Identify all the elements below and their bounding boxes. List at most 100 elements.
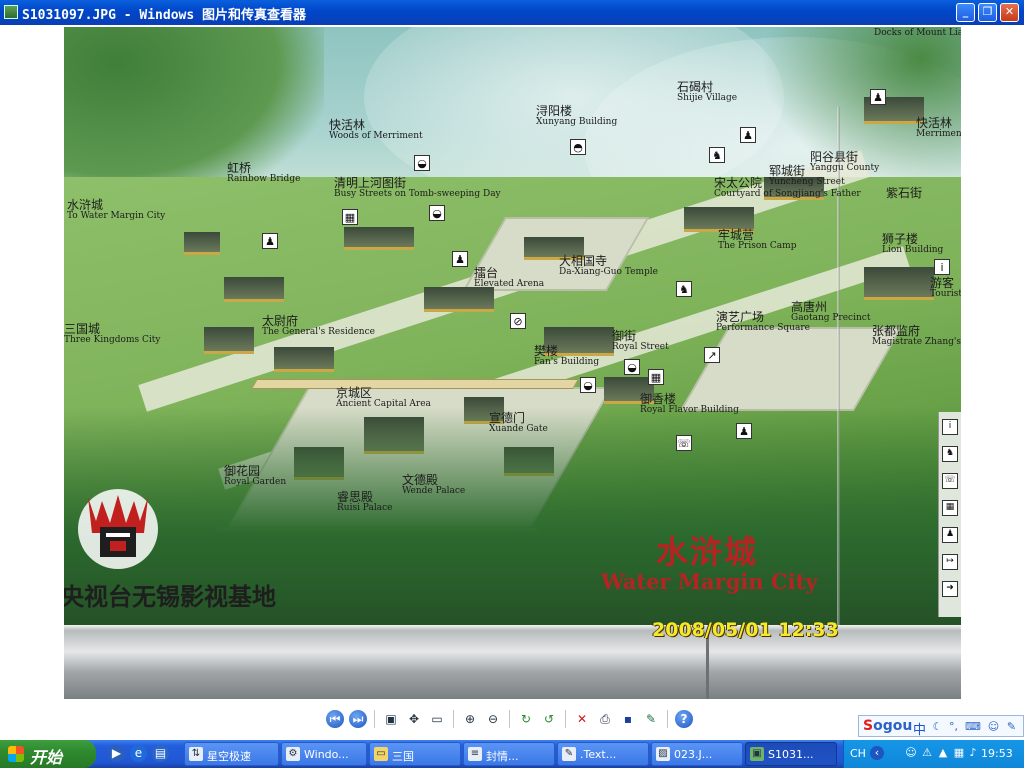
map-no-entry-icon: ⊘: [510, 313, 526, 329]
taskbar-item-text[interactable]: ✎ .Text...: [557, 742, 649, 766]
zoom-out-icon: ⊖: [487, 712, 499, 726]
folder-icon: ▭: [374, 747, 388, 761]
map-label-ruisi: 睿思殿 Ruisi Palace: [337, 490, 393, 513]
map-label-ziqiang: 紫石街: [886, 186, 923, 200]
map-label-xuande: 宣德门 Xuande Gate: [489, 411, 548, 434]
map-horse-icon: ♞: [676, 281, 692, 297]
sogou-ime-bar[interactable]: Sogou 中 ☾ °, ⌨ ☺ ✎: [858, 715, 1024, 738]
rotate-cw-icon: ↻: [520, 712, 532, 726]
base-name-text: 央视台无锡影视基地: [64, 582, 276, 611]
minimize-button[interactable]: _: [956, 3, 975, 22]
tools-icon[interactable]: ✎: [1005, 720, 1018, 733]
map-label-yuhua: 御花园 Royal Garden: [224, 464, 287, 487]
restore-button[interactable]: ❐: [978, 3, 997, 22]
map-exit-icon: ↗: [704, 347, 720, 363]
ime-mode-toggle[interactable]: 中: [913, 719, 926, 738]
tray-warning-icon[interactable]: ⚠: [920, 746, 934, 760]
map-legend: i ♞ ☏ ▦ ♟ ↦ ➜: [938, 412, 961, 617]
next-image-button[interactable]: ⏭: [349, 710, 367, 728]
city-name-en: Water Margin City: [601, 569, 818, 594]
map-food-icon: ◒: [624, 359, 640, 375]
taskbar-item-fengqing[interactable]: ≡ 封情...: [463, 742, 555, 766]
map-building: [224, 277, 284, 302]
map-label-laochengying: 牢城营 The Prison Camp: [718, 228, 797, 251]
zoom-in-button[interactable]: ⊕: [461, 710, 479, 728]
actual-size-icon: ✥: [408, 712, 420, 726]
map-label-jingcheng: 京城区 Ancient Capital Area: [336, 386, 431, 409]
legend-arrow-icon: ➜: [942, 581, 958, 597]
map-label-yujie: 御街 Royal Street: [612, 329, 669, 352]
punctuation-icon[interactable]: °,: [947, 720, 960, 733]
internet-explorer-icon[interactable]: e: [130, 745, 147, 762]
taskbar-item-xingkong[interactable]: ⇅ 星空极速: [184, 742, 279, 766]
save-button[interactable]: ▪: [619, 710, 637, 728]
map-restroom-icon: ♟: [870, 89, 886, 105]
map-food-icon: ◒: [580, 377, 596, 393]
map-label-yanggu: 阳谷县街 Yanggu County: [810, 150, 880, 173]
language-indicator[interactable]: CH: [850, 747, 866, 760]
map-gift-icon: ▦: [342, 209, 358, 225]
map-label-songtaigong: 宋太公院 Courtyard of Songjiang's Father: [714, 176, 861, 199]
image-viewer-icon: ▣: [750, 747, 764, 761]
map-label-hongqiao: 虹桥 Rainbow Bridge: [227, 161, 301, 184]
minimize-icon: _: [962, 5, 969, 18]
tray-network-icon[interactable]: ▦: [952, 746, 966, 760]
restore-icon: ❐: [982, 5, 993, 18]
start-button[interactable]: 开始: [0, 740, 96, 768]
map-label-tourist: 游客 Tourist: [930, 276, 961, 299]
delete-button[interactable]: ✕: [573, 710, 591, 728]
legend-phone-icon: ☏: [942, 473, 958, 489]
rotate-counterclockwise-button[interactable]: ↺: [540, 710, 558, 728]
rotate-clockwise-button[interactable]: ↻: [517, 710, 535, 728]
save-icon: ▪: [623, 712, 633, 726]
zoom-in-icon: ⊕: [464, 712, 476, 726]
gear-icon: ⚙: [286, 747, 300, 761]
photo-image[interactable]: 石碣村 Shijie Village 浔阳楼 Xunyang Building 快活…: [64, 27, 961, 699]
tray-security-icon[interactable]: ▲: [936, 746, 950, 760]
legend-exit-icon: ↦: [942, 554, 958, 570]
map-label-leitai: 擂台 Elevated Arena: [474, 266, 545, 289]
next-icon: ⏭: [352, 712, 364, 726]
map-restroom-icon: ♟: [452, 251, 468, 267]
taskbar: 开始 ▶ e ▤ ⇅ 星空极速 ⚙ Windo... ▭ 三国 ≡ 封情... ✎ .Te…: [0, 740, 1024, 768]
legend-grid-icon: ▦: [942, 500, 958, 516]
close-button[interactable]: ✕: [1000, 3, 1019, 22]
tray-volume-icon[interactable]: ♪: [966, 746, 980, 760]
taskbar-item-windows[interactable]: ⚙ Windo...: [281, 742, 367, 766]
network-icon: ⇅: [189, 747, 203, 761]
map-building: [274, 347, 334, 372]
slideshow-button[interactable]: ▭: [428, 710, 446, 728]
map-label-taiweifu: 太尉府 The General's Residence: [262, 314, 375, 337]
user-icon[interactable]: ☺: [987, 720, 1000, 733]
edit-icon: ✎: [645, 712, 657, 726]
map-info-icon: i: [934, 259, 950, 275]
cctv-base-logo-icon: [78, 489, 158, 569]
best-fit-button[interactable]: ▣: [382, 710, 400, 728]
media-player-icon[interactable]: ▶: [108, 745, 125, 762]
map-gift-icon: ▦: [648, 369, 664, 385]
zoom-out-button[interactable]: ⊖: [484, 710, 502, 728]
taskbar-item-sanguo[interactable]: ▭ 三国: [369, 742, 461, 766]
actual-size-button[interactable]: ✥: [405, 710, 423, 728]
print-button[interactable]: ⎙: [596, 710, 614, 728]
tray-user-icon[interactable]: ☺: [904, 746, 918, 760]
map-building: [204, 327, 254, 354]
previous-image-button[interactable]: ⏮: [326, 710, 344, 728]
title-bar[interactable]: S1031097.JPG - Windows 图片和传真查看器 _ ❐ ✕: [0, 0, 1024, 25]
close-icon: ✕: [1004, 5, 1015, 18]
windows-flag-icon: [8, 746, 24, 762]
best-fit-icon: ▣: [385, 712, 397, 726]
tray-expand-icon[interactable]: ‹: [870, 746, 884, 760]
map-label-wende: 文德殿 Wende Palace: [402, 473, 466, 496]
help-button[interactable]: ?: [675, 710, 693, 728]
map-label-shizilou: 狮子楼 Lion Building: [882, 232, 944, 255]
taskbar-item-023[interactable]: ▨ 023.J...: [651, 742, 743, 766]
clock[interactable]: 19:53: [981, 747, 1013, 760]
start-label: 开始: [30, 748, 63, 767]
show-desktop-icon[interactable]: ▤: [152, 745, 169, 762]
edit-button[interactable]: ✎: [642, 710, 660, 728]
taskbar-item-s1031[interactable]: ▣ S1031...: [745, 742, 837, 766]
map-food-icon: ◒: [414, 155, 430, 171]
keyboard-icon[interactable]: ⌨: [965, 720, 981, 733]
moon-icon[interactable]: ☾: [931, 720, 944, 733]
